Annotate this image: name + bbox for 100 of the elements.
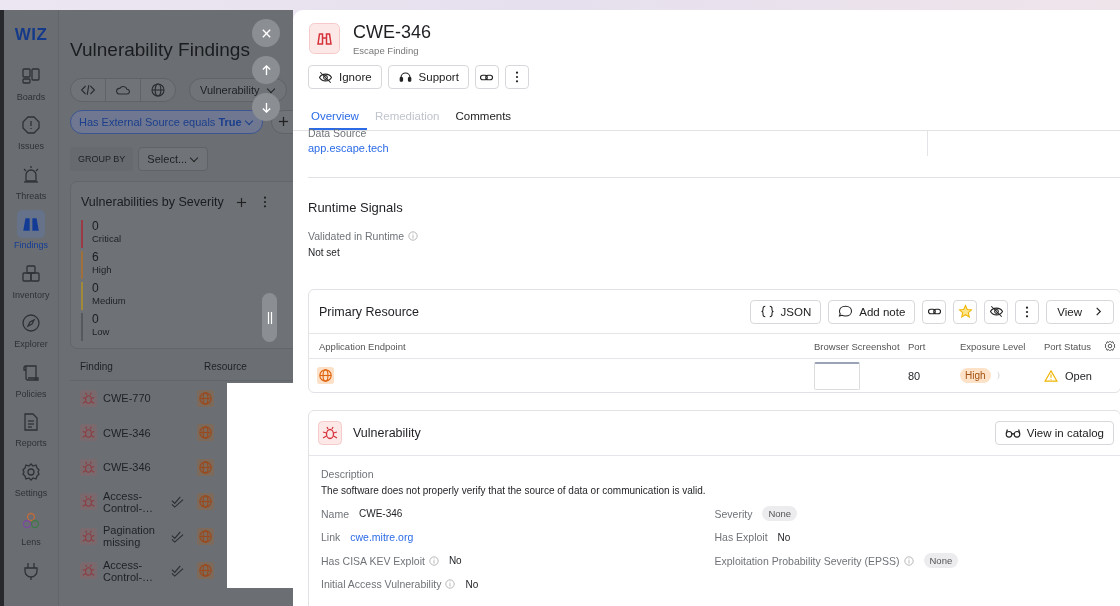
bug-icon: [318, 421, 342, 445]
resize-handle[interactable]: [262, 293, 277, 342]
more-button[interactable]: [1015, 299, 1040, 324]
exposure-badge: High: [960, 368, 991, 383]
bug-icon: [80, 562, 97, 580]
source-filter-group[interactable]: [70, 78, 176, 102]
more-icon[interactable]: [262, 196, 267, 208]
field-value: No: [777, 531, 791, 543]
finding-name[interactable]: Pagination missing: [103, 524, 165, 549]
field-label: Initial Access Vulnerability: [321, 578, 442, 591]
settings-icon[interactable]: [1104, 340, 1116, 352]
severity-label: High: [92, 265, 112, 275]
field-value: CWE-346: [359, 508, 403, 520]
severity-count: 0: [92, 282, 100, 294]
severity-count: 0: [92, 313, 100, 325]
support-button[interactable]: Support: [387, 65, 469, 89]
boxes-icon: [21, 263, 41, 284]
more-button[interactable]: [504, 65, 529, 89]
finding-name[interactable]: CWE-346: [103, 461, 165, 474]
binoculars-icon: [309, 23, 340, 54]
field-value: No: [448, 555, 462, 567]
nav-item[interactable]: Threats: [7, 160, 55, 211]
wiz-logo: WIZ: [14, 25, 48, 46]
bug-icon: [80, 458, 97, 476]
finding-title: CWE-346: [353, 21, 432, 43]
finding-name[interactable]: Access-Control-…: [103, 558, 165, 583]
more-icon: [514, 71, 519, 83]
close-icon: [260, 27, 272, 39]
bug-icon: [80, 493, 97, 511]
alert-icon: [21, 115, 41, 136]
column-header: Resource: [204, 361, 247, 374]
page-title: Vulnerability Findings: [70, 38, 251, 62]
tab[interactable]: Comments: [453, 103, 520, 130]
add-note-button[interactable]: Add note: [828, 299, 916, 324]
field-badge: None: [923, 553, 959, 569]
star-button[interactable]: [953, 299, 978, 324]
braces-icon: [759, 304, 775, 319]
severity-count: 6: [92, 251, 100, 263]
field-label: Name: [321, 507, 349, 520]
column-header: Port: [908, 340, 927, 352]
view-in-catalog-button[interactable]: View in catalog: [994, 421, 1114, 445]
finding-name[interactable]: CWE-346: [103, 426, 165, 439]
globe-icon: [197, 389, 214, 407]
field-label: Validated in Runtime: [308, 230, 405, 242]
type-filter-dropdown[interactable]: Vulnerability: [189, 78, 287, 102]
ignore-button[interactable]: Ignore: [308, 65, 382, 89]
nav-item[interactable]: Reports: [7, 408, 55, 458]
speech-bubble-icon: [838, 304, 854, 319]
tab[interactable]: Overview: [309, 103, 367, 130]
column-header: Application Endpoint: [319, 340, 407, 352]
severity-count: 0: [92, 220, 100, 232]
card-title: Vulnerabilities by Severity: [81, 195, 224, 209]
field-label: Severity: [714, 507, 753, 520]
copy-link-button[interactable]: [474, 65, 499, 89]
chevron-right-icon: [1094, 307, 1103, 316]
compass-icon: [21, 313, 41, 334]
plus-icon: [278, 115, 290, 127]
screenshot-thumbnail[interactable]: [814, 361, 860, 390]
field-badge: None: [762, 506, 798, 522]
nav-item[interactable]: Explorer: [7, 309, 55, 359]
globe-icon: [197, 527, 214, 545]
json-button[interactable]: JSON: [749, 299, 822, 324]
bug-icon: [80, 424, 97, 442]
group-by-label: GROUP BY: [70, 147, 134, 171]
column-header: Exposure Level: [960, 340, 1027, 352]
field-label: Description: [321, 468, 375, 480]
field-label: Exploitation Probability Severity (EPSS): [714, 554, 900, 567]
scroll-icon: [21, 362, 41, 383]
description-text: The software does not properly verify that the source of data or communication is valid.: [321, 485, 707, 496]
field-link[interactable]: cwe.mitre.org: [350, 531, 414, 544]
globe-icon: [197, 562, 214, 580]
globe-icon: [197, 493, 214, 511]
section-title: Runtime Signals: [308, 200, 404, 215]
nav-item[interactable]: Findings: [7, 210, 55, 260]
hide-button[interactable]: [984, 299, 1009, 324]
port-status: Open: [1065, 369, 1092, 382]
copy-link-button[interactable]: [922, 299, 947, 324]
eye-off-icon: [318, 69, 333, 85]
grip-icon: [266, 311, 273, 324]
view-button[interactable]: View: [1046, 299, 1114, 324]
plus-icon[interactable]: [235, 196, 247, 208]
more-icon: [1025, 305, 1030, 318]
glasses-icon: [1004, 427, 1021, 439]
finding-name[interactable]: Access-Control-…: [103, 489, 165, 514]
filter-chip[interactable]: Has External Source equals True: [70, 110, 263, 134]
severity-label: Medium: [92, 296, 126, 306]
group-by-select[interactable]: Select...: [138, 147, 209, 171]
arrow-down-icon: [260, 101, 272, 113]
card-title: Primary Resource: [319, 304, 420, 319]
finding-name[interactable]: CWE-770: [103, 392, 165, 405]
data-source-link[interactable]: app.escape.tech: [308, 142, 927, 154]
info-icon: [408, 231, 419, 241]
siren-icon: [21, 164, 41, 185]
field-label: Has Exploit: [714, 531, 768, 544]
nav-item[interactable]: Lens: [7, 507, 55, 557]
card-title: Vulnerability: [353, 426, 422, 440]
globe-icon: [197, 424, 214, 442]
port-value: 80: [908, 369, 922, 382]
warning-icon: [1044, 369, 1058, 382]
field-label: Link: [321, 531, 341, 544]
